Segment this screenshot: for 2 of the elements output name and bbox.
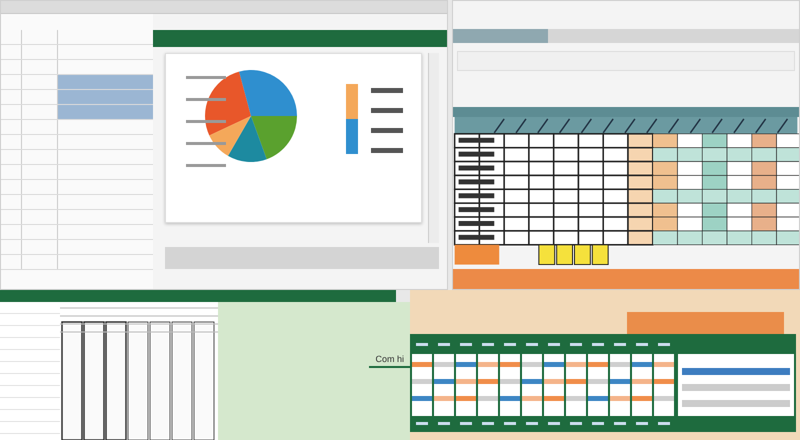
tab[interactable]: [453, 29, 548, 43]
legend-color-bar: [346, 84, 358, 154]
